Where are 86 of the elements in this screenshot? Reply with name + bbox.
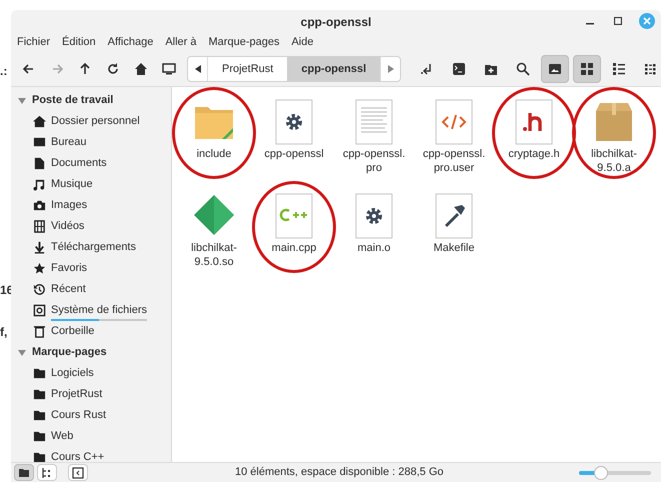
- thumbnails-button[interactable]: [541, 55, 570, 83]
- sidebar-item[interactable]: Web: [11, 426, 171, 447]
- tree-icon: [41, 466, 53, 478]
- background-text: .:: [0, 63, 8, 80]
- drive-icon: [33, 304, 46, 317]
- home-icon: [33, 115, 46, 128]
- file-name[interactable]: cryptage.h: [508, 147, 560, 161]
- file-name[interactable]: Makefile: [434, 241, 474, 255]
- file-name[interactable]: include: [196, 147, 232, 161]
- sidebar-item[interactable]: Favoris: [11, 258, 171, 279]
- tree-pane-button[interactable]: [37, 464, 57, 481]
- folder-icon: [33, 430, 46, 443]
- file-name[interactable]: cpp-openssl. pro: [342, 147, 406, 175]
- file-name[interactable]: main.cpp: [272, 241, 316, 255]
- back-icon: [22, 62, 36, 76]
- menu-item[interactable]: Aide: [291, 34, 314, 51]
- folder-icon: [33, 451, 46, 462]
- section-heading: Poste de travail: [32, 93, 114, 108]
- sidebar-item[interactable]: ProjetRust: [11, 384, 171, 405]
- camera-icon: [33, 199, 46, 212]
- music-icon: [33, 178, 46, 191]
- desktop-icon: [33, 136, 46, 149]
- folder-icon: [33, 367, 46, 380]
- toggle-sidebar-icon: [72, 466, 84, 478]
- forward-icon: [50, 62, 64, 76]
- document-icon: [33, 157, 46, 170]
- file-name[interactable]: libchilkat- 9.5.0.a: [591, 147, 637, 175]
- file-name[interactable]: cpp-openssl: [264, 147, 324, 161]
- caret-icon: [18, 98, 26, 104]
- caret-icon: [18, 350, 26, 356]
- compact-view-icon: [644, 62, 658, 76]
- trash-icon: [33, 325, 46, 338]
- menu-item[interactable]: Marque-pages: [208, 34, 280, 51]
- sidebar-item[interactable]: Système de fichiers: [11, 300, 171, 321]
- zoom-slider[interactable]: [579, 466, 651, 480]
- sidebar-item[interactable]: Récent: [11, 279, 171, 300]
- maximize-icon: [614, 17, 622, 25]
- menu-item[interactable]: Édition: [62, 34, 96, 51]
- close-icon: [643, 17, 651, 25]
- window-title: cpp-openssl: [300, 14, 372, 30]
- menu-item[interactable]: Fichier: [17, 34, 50, 51]
- new-folder-icon: [484, 62, 498, 76]
- folder-icon: [33, 388, 46, 401]
- sidebar-item[interactable]: Cours C++: [11, 447, 171, 462]
- menu-item[interactable]: Aller à: [165, 34, 197, 51]
- toggle-sidebar-pane-button[interactable]: [68, 464, 88, 481]
- path-segment[interactable]: cpp-openssl: [287, 57, 380, 81]
- up-icon: [78, 62, 92, 76]
- expander-button[interactable]: [17, 348, 27, 358]
- sidebar-item[interactable]: Corbeille: [11, 321, 171, 342]
- sidebar-item[interactable]: Logiciels: [11, 363, 171, 384]
- thumbnails-icon: [548, 62, 562, 76]
- sidebar-item[interactable]: Téléchargements: [11, 237, 171, 258]
- home-icon: [134, 62, 148, 76]
- expander-button[interactable]: [17, 96, 27, 106]
- icon-view-button[interactable]: [573, 55, 602, 83]
- terminal-icon: [452, 62, 466, 76]
- film-icon: [33, 220, 46, 233]
- icon-view-icon: [580, 62, 594, 76]
- sidebar-item[interactable]: Bureau: [11, 132, 171, 153]
- sidebar-item[interactable]: Musique: [11, 174, 171, 195]
- sidebar-item[interactable]: Cours Rust: [11, 405, 171, 426]
- list-view-icon: [612, 62, 626, 76]
- sidebar-item[interactable]: Vidéos: [11, 216, 171, 237]
- history-icon: [33, 283, 46, 296]
- section-heading: Marque-pages: [32, 345, 107, 360]
- file-name[interactable]: cpp-openssl. pro.user: [422, 147, 486, 175]
- folder-icon: [33, 409, 46, 422]
- status-text: 10 éléments, espace disponible : 288,5 Go: [235, 465, 444, 480]
- file-name[interactable]: libchilkat- 9.5.0.so: [191, 241, 237, 269]
- places-icon: [18, 466, 30, 478]
- file-name[interactable]: main.o: [357, 241, 391, 255]
- download-icon: [33, 241, 46, 254]
- search-icon: [516, 62, 530, 76]
- right-caret-icon: [388, 65, 394, 73]
- menu-item[interactable]: Affichage: [108, 34, 154, 51]
- reload-icon: [106, 62, 120, 76]
- star-icon: [33, 262, 46, 275]
- maximize-button[interactable]: [611, 14, 625, 28]
- left-caret-icon: [194, 65, 200, 73]
- sidebar-item[interactable]: Documents: [11, 153, 171, 174]
- places-pane-button[interactable]: [14, 464, 34, 481]
- background-text: f,: [0, 324, 8, 341]
- computer-icon: [162, 62, 176, 76]
- sidebar-item[interactable]: Dossier personnel: [11, 111, 171, 132]
- sidebar-item[interactable]: Images: [11, 195, 171, 216]
